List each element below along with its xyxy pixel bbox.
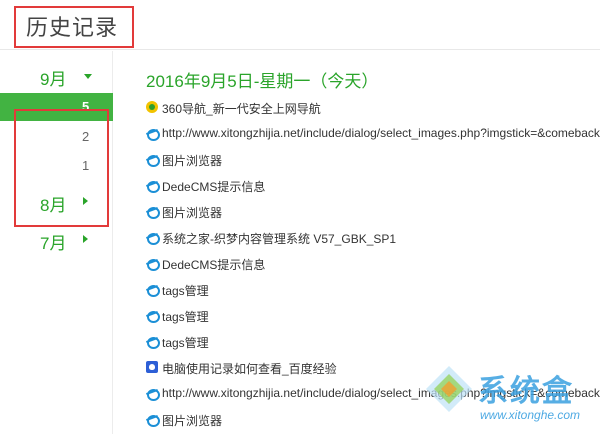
baidu-icon [146,361,158,373]
ie-icon [146,387,160,401]
history-entry-title: tags管理 [162,336,209,350]
history-entry-title: 系统之家-织梦内容管理系统 V57_GBK_SP1 [162,232,397,246]
history-list-panel: 2016年9月5日-星期一（今天） 360导航_新一代安全上网导航 http://… [113,51,600,434]
history-entry[interactable]: 系统之家-织梦内容管理系统 V57_GBK_SP1 [146,225,600,251]
month-label: 9月 [40,70,67,89]
ie-icon [146,153,160,167]
history-entry-title: 图片浏览器 [162,154,223,168]
month-september[interactable]: 9月 [0,59,113,93]
history-entry[interactable]: 360导航_新一代安全上网导航 [146,95,600,121]
history-entry[interactable]: http://www.xitongzhijia.net/include/dial… [146,381,600,407]
day-label: 1 [82,158,90,173]
ie-icon [146,127,160,141]
day-item-5[interactable]: 5 [0,93,113,121]
history-entry-title: http://www.xitongzhijia.net/include/dial… [162,386,600,400]
month-label: 8月 [40,196,67,215]
history-entry-title: tags管理 [162,310,209,324]
history-entry-title: 图片浏览器 [162,414,223,428]
history-entry-title: tags管理 [162,284,209,298]
ie-icon [146,413,160,427]
ie-icon [146,309,160,323]
day-label: 2 [82,129,90,144]
chevron-right-icon [83,197,88,205]
chevron-right-icon [83,235,88,243]
history-entry[interactable]: tags管理 [146,277,600,303]
history-entry-title: DedeCMS提示信息 [162,180,266,194]
history-entry[interactable]: DedeCMS提示信息 [146,173,600,199]
ie-icon [146,205,160,219]
history-entry[interactable]: 图片浏览器 [146,199,600,225]
history-entry-title: DedeCMS提示信息 [162,258,266,272]
nav-icon [146,101,158,113]
ie-icon [146,179,160,193]
day-item-2[interactable]: 2 [0,123,113,151]
month-july[interactable]: 7月 [0,223,113,257]
header-bar: 历史记录 [0,0,600,50]
history-entry-title: 电脑使用记录如何查看_百度经验 [162,362,337,376]
history-entry[interactable]: tags管理 [146,329,600,355]
month-sidebar: 9月 5 2 1 8月 7月 [0,51,113,434]
history-entry[interactable]: 电脑使用记录如何查看_百度经验 [146,355,600,381]
history-entry-title: 360导航_新一代安全上网导航 [162,102,321,116]
date-heading: 2016年9月5日-星期一（今天） [146,72,379,91]
history-entry[interactable]: 图片浏览器 [146,407,600,433]
day-item-1[interactable]: 1 [0,152,113,180]
ie-icon [146,335,160,349]
history-entry[interactable]: tags管理 [146,303,600,329]
history-entry-title: http://www.xitongzhijia.net/include/dial… [162,126,600,140]
month-label: 7月 [40,234,67,253]
chevron-down-icon [84,74,92,79]
ie-icon [146,283,160,297]
history-entries: 360导航_新一代安全上网导航 http://www.xitongzhijia.n… [146,95,600,433]
title-highlight-box [14,6,134,48]
history-entry[interactable]: http://www.xitongzhijia.net/include/dial… [146,121,600,147]
history-entry[interactable]: DedeCMS提示信息 [146,251,600,277]
history-entry[interactable]: 图片浏览器 [146,147,600,173]
day-label: 5 [82,99,90,114]
history-entry-title: 图片浏览器 [162,206,223,220]
ie-icon [146,231,160,245]
month-august[interactable]: 8月 [0,185,113,219]
ie-icon [146,257,160,271]
